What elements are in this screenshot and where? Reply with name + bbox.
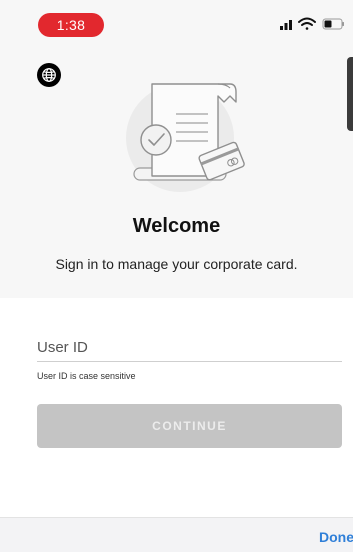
page-title: Welcome <box>132 215 221 237</box>
page-subtitle: Sign in to manage your corporate card. <box>55 256 298 272</box>
userid-hint: User ID is case sensitive <box>37 371 136 381</box>
battery-icon <box>322 18 344 30</box>
wifi-icon <box>298 17 316 30</box>
cellular-signal-icon <box>280 20 292 30</box>
status-icons <box>280 17 344 30</box>
status-bar: 1:38 <box>0 0 353 37</box>
continue-button[interactable]: CONTINUE <box>37 404 342 448</box>
userid-input[interactable] <box>37 334 342 362</box>
done-button[interactable]: Done <box>319 529 353 545</box>
language-button[interactable] <box>37 63 61 87</box>
globe-icon <box>42 68 56 82</box>
side-panel-handle[interactable] <box>347 57 353 131</box>
receipt-card-illustration-icon <box>126 83 245 192</box>
keyboard-accessory-bar: Done <box>0 517 353 552</box>
status-time: 1:38 <box>38 13 104 37</box>
